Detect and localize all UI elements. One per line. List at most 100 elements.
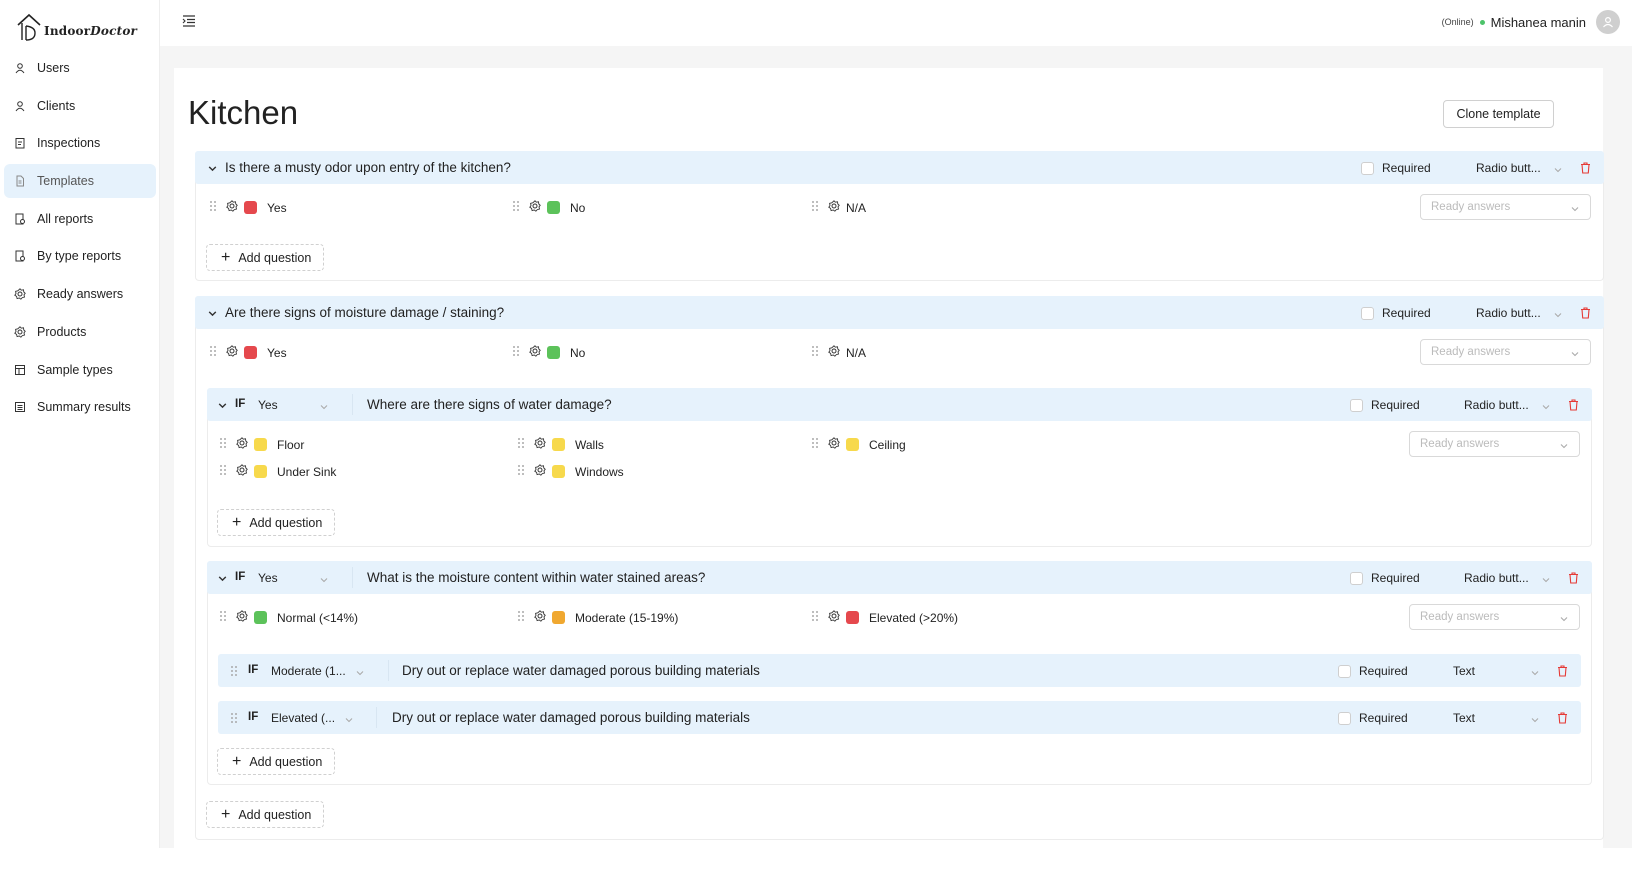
- add-question-button[interactable]: + Add question: [206, 801, 325, 828]
- if-condition-select[interactable]: Yes: [258, 571, 278, 585]
- option-label[interactable]: N/A: [846, 346, 866, 360]
- ready-answers-select[interactable]: Ready answers: [1420, 194, 1591, 220]
- required-toggle[interactable]: Required: [1361, 161, 1431, 175]
- option-label[interactable]: N/A: [846, 201, 866, 215]
- color-swatch[interactable]: [552, 438, 565, 451]
- if-condition-select[interactable]: Moderate (1...: [271, 664, 346, 678]
- delete-icon[interactable]: [1580, 306, 1591, 324]
- ready-answers-select[interactable]: Ready answers: [1409, 604, 1580, 630]
- color-swatch[interactable]: [244, 201, 257, 214]
- required-checkbox[interactable]: [1338, 664, 1351, 678]
- gear-icon[interactable]: [534, 610, 546, 625]
- collapse-chevron-icon[interactable]: [217, 398, 228, 416]
- required-toggle[interactable]: Required: [1350, 398, 1420, 412]
- option-label[interactable]: Under Sink: [277, 465, 336, 479]
- option-label[interactable]: Normal (<14%): [277, 611, 358, 625]
- color-swatch[interactable]: [254, 438, 267, 451]
- chevron-down-icon[interactable]: [344, 712, 354, 730]
- required-checkbox[interactable]: [1350, 398, 1363, 412]
- chevron-down-icon[interactable]: [1553, 307, 1563, 325]
- if-condition-select[interactable]: Elevated (...: [271, 711, 335, 725]
- drag-handle-icon[interactable]: [512, 200, 520, 215]
- option-label[interactable]: Moderate (15-19%): [575, 611, 678, 625]
- color-swatch[interactable]: [244, 346, 257, 359]
- chevron-down-icon[interactable]: [1530, 712, 1540, 730]
- option-label[interactable]: Elevated (>20%): [869, 611, 958, 625]
- color-swatch[interactable]: [254, 611, 267, 624]
- delete-icon[interactable]: [1557, 711, 1568, 729]
- drag-handle-icon[interactable]: [517, 437, 525, 452]
- clone-template-button[interactable]: Clone template: [1443, 100, 1554, 128]
- required-checkbox[interactable]: [1361, 161, 1374, 175]
- required-checkbox[interactable]: [1338, 711, 1351, 725]
- question-type-select[interactable]: Text: [1453, 664, 1475, 678]
- chevron-down-icon[interactable]: [1541, 399, 1551, 417]
- gear-icon[interactable]: [226, 345, 238, 360]
- color-swatch[interactable]: [547, 346, 560, 359]
- sidebar-item-inspections[interactable]: Inspections: [4, 126, 156, 160]
- delete-icon[interactable]: [1568, 398, 1579, 416]
- drag-handle-icon[interactable]: [209, 200, 217, 215]
- color-swatch[interactable]: [846, 438, 859, 451]
- option-label[interactable]: No: [570, 346, 585, 360]
- add-question-button[interactable]: + Add question: [206, 244, 325, 271]
- color-swatch[interactable]: [552, 611, 565, 624]
- drag-handle-icon[interactable]: [811, 610, 819, 625]
- drag-handle-icon[interactable]: [811, 345, 819, 360]
- chevron-down-icon[interactable]: [319, 572, 329, 590]
- drag-handle-icon[interactable]: [811, 200, 819, 215]
- question-text[interactable]: Where are there signs of water damage?: [367, 397, 612, 412]
- color-swatch[interactable]: [547, 201, 560, 214]
- gear-icon[interactable]: [828, 200, 840, 215]
- question-text[interactable]: Are there signs of moisture damage / sta…: [225, 305, 504, 320]
- sidebar-item-sample-types[interactable]: Sample types: [4, 353, 156, 387]
- required-toggle[interactable]: Required: [1338, 711, 1408, 725]
- option-label[interactable]: Walls: [575, 438, 604, 452]
- add-question-button[interactable]: + Add question: [217, 509, 336, 536]
- gear-icon[interactable]: [828, 345, 840, 360]
- required-toggle[interactable]: Required: [1338, 664, 1408, 678]
- drag-handle-icon[interactable]: [512, 345, 520, 360]
- chevron-down-icon[interactable]: [1530, 665, 1540, 683]
- sidebar-item-ready-answers[interactable]: Ready answers: [4, 277, 156, 311]
- sidebar-item-products[interactable]: Products: [4, 315, 156, 349]
- delete-icon[interactable]: [1557, 664, 1568, 682]
- gear-icon[interactable]: [236, 610, 248, 625]
- gear-icon[interactable]: [226, 200, 238, 215]
- collapse-chevron-icon[interactable]: [207, 161, 218, 179]
- color-swatch[interactable]: [846, 611, 859, 624]
- question-text[interactable]: Is there a musty odor upon entry of the …: [225, 160, 511, 175]
- gear-icon[interactable]: [828, 610, 840, 625]
- sidebar-item-by-type-reports[interactable]: By type reports: [4, 239, 156, 273]
- question-type-select[interactable]: Radio butt...: [1476, 306, 1541, 320]
- collapse-chevron-icon[interactable]: [207, 306, 218, 324]
- gear-icon[interactable]: [529, 345, 541, 360]
- drag-handle-icon[interactable]: [219, 437, 227, 452]
- sidebar-item-all-reports[interactable]: All reports: [4, 202, 156, 236]
- avatar[interactable]: [1596, 10, 1620, 34]
- question-text[interactable]: What is the moisture content within wate…: [367, 570, 705, 585]
- required-toggle[interactable]: Required: [1361, 306, 1431, 320]
- drag-handle-icon[interactable]: [517, 610, 525, 625]
- option-label[interactable]: No: [570, 201, 585, 215]
- sidebar-item-users[interactable]: Users: [4, 51, 156, 85]
- chevron-down-icon[interactable]: [1541, 572, 1551, 590]
- color-swatch[interactable]: [254, 465, 267, 478]
- question-text[interactable]: Dry out or replace water damaged porous …: [392, 710, 750, 725]
- delete-icon[interactable]: [1580, 161, 1591, 179]
- option-label[interactable]: Yes: [267, 201, 287, 215]
- user-menu[interactable]: (Online) Mishanea manin: [1442, 10, 1620, 34]
- question-text[interactable]: Dry out or replace water damaged porous …: [402, 663, 760, 678]
- logo[interactable]: IndoorDoctor: [16, 6, 137, 42]
- collapse-chevron-icon[interactable]: [217, 571, 228, 589]
- sidebar-item-summary-results[interactable]: Summary results: [4, 390, 156, 424]
- question-type-select[interactable]: Radio butt...: [1476, 161, 1541, 175]
- drag-handle-icon[interactable]: [230, 664, 238, 682]
- drag-handle-icon[interactable]: [209, 345, 217, 360]
- question-type-select[interactable]: Radio butt...: [1464, 398, 1529, 412]
- drag-handle-icon[interactable]: [219, 464, 227, 479]
- question-type-select[interactable]: Radio butt...: [1464, 571, 1529, 585]
- gear-icon[interactable]: [529, 200, 541, 215]
- sidebar-item-templates[interactable]: Templates: [4, 164, 156, 199]
- delete-icon[interactable]: [1568, 571, 1579, 589]
